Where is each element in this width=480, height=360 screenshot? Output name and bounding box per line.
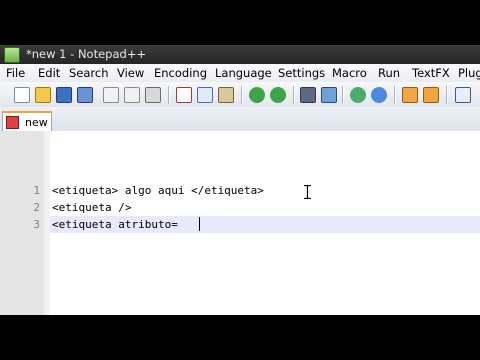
menu-language[interactable]: Language	[215, 66, 272, 80]
close-icon[interactable]	[103, 87, 119, 103]
new-file-icon[interactable]	[14, 87, 30, 103]
save-all-icon[interactable]	[77, 87, 93, 103]
redo-icon[interactable]	[270, 87, 286, 103]
menu-run[interactable]: Run	[378, 66, 400, 80]
toolbar-separator	[446, 86, 448, 104]
word-wrap-icon[interactable]	[455, 87, 471, 103]
menu-bar: File Edit Search View Encoding Language …	[0, 64, 480, 83]
toolbar-separator	[342, 86, 344, 104]
toolbar-separator	[168, 86, 170, 104]
menu-textfx[interactable]: TextFX	[412, 66, 450, 80]
tab-new-1[interactable]: new 1	[2, 111, 52, 142]
text-caret	[199, 217, 200, 231]
undo-icon[interactable]	[249, 87, 265, 103]
notepadpp-window: *new 1 - Notepad++ File Edit Search View…	[0, 45, 480, 315]
close-all-icon[interactable]	[124, 87, 140, 103]
code-line[interactable]: <etiqueta atributo=	[52, 218, 178, 231]
paste-icon[interactable]	[218, 87, 234, 103]
line-number: 2	[33, 201, 40, 214]
line-number: 3	[33, 218, 40, 231]
code-line[interactable]: <etiqueta />	[52, 201, 131, 214]
find-icon[interactable]	[300, 87, 316, 103]
menu-settings[interactable]: Settings	[278, 66, 325, 80]
toolbar-separator	[394, 86, 396, 104]
menu-view[interactable]: View	[117, 66, 144, 80]
copy-icon[interactable]	[197, 87, 213, 103]
print-icon[interactable]	[145, 87, 161, 103]
save-icon[interactable]	[56, 87, 72, 103]
unsaved-file-icon	[6, 116, 19, 129]
tab-bar: new 1	[0, 107, 480, 142]
zoom-in-icon[interactable]	[350, 87, 366, 103]
code-line[interactable]: <etiqueta> algo aqui </etiqueta>	[52, 184, 264, 197]
menu-search[interactable]: Search	[69, 66, 109, 80]
notepadpp-app-icon	[4, 47, 20, 63]
line-number: 1	[33, 184, 40, 197]
zoom-out-icon[interactable]	[371, 87, 387, 103]
menu-edit[interactable]: Edit	[38, 66, 60, 80]
sync-scroll-h-icon[interactable]	[423, 87, 439, 103]
title-bar: *new 1 - Notepad++	[0, 45, 480, 64]
replace-icon[interactable]	[321, 87, 337, 103]
editor-area[interactable]: 1 2 3 <etiqueta> algo aqui </etiqueta> <…	[0, 131, 480, 315]
menu-macro[interactable]: Macro	[332, 66, 367, 80]
ibeam-cursor-icon	[304, 185, 311, 199]
window-title: *new 1 - Notepad++	[26, 47, 147, 61]
open-file-icon[interactable]	[35, 87, 51, 103]
menu-plugins[interactable]: Plug	[458, 66, 480, 80]
toolbar-separator	[293, 86, 295, 104]
sync-scroll-v-icon[interactable]	[402, 87, 418, 103]
toolbar	[0, 82, 480, 108]
menu-file[interactable]: File	[6, 66, 25, 80]
cut-icon[interactable]	[176, 87, 192, 103]
toolbar-separator	[241, 86, 243, 104]
menu-encoding[interactable]: Encoding	[154, 66, 207, 80]
